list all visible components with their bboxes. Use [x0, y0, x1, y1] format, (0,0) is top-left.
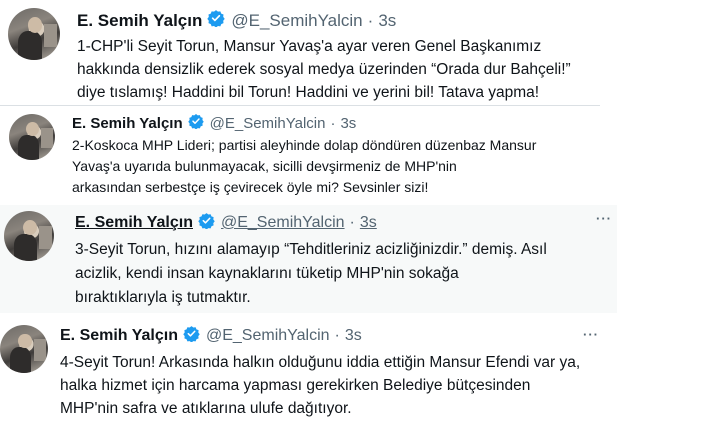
timestamp[interactable]: 3s — [360, 214, 377, 232]
author-handle[interactable]: @E_SemihYalcin — [231, 11, 362, 31]
tweet-text-line: 4-Seyit Torun! Arkasında halkın olduğunu… — [60, 354, 581, 371]
author-handle[interactable]: @E_SemihYalcin — [206, 327, 330, 345]
tweet-text-line: bıraktıklarıyla iş tutmaktır. — [75, 289, 251, 306]
tweet-text: 1-CHP'li Seyit Torun, Mansur Yavaş'a aya… — [77, 35, 571, 104]
author-name[interactable]: E. Semih Yalçın — [77, 11, 202, 31]
separator-dot: · — [367, 10, 374, 30]
tweet-text-line: MHP'nin safra ve atıklarına ulufe dağıtı… — [60, 400, 352, 417]
tweet-text: 4-Seyit Torun! Arkasında halkın olduğunu… — [60, 351, 580, 420]
tweet-header: E. Semih Yalçın @E_SemihYalcin · 3s — [72, 113, 356, 133]
tweet-header: E. Semih Yalçın @E_SemihYalcin · 3s — [60, 325, 362, 347]
avatar[interactable] — [0, 325, 48, 373]
tweet-text-line: 2-Koskoca MHP Lideri; partisi aleyhinde … — [72, 137, 537, 153]
tweet-text-line: 1-CHP'li Seyit Torun, Mansur Yavaş'a aya… — [77, 38, 542, 55]
more-options-icon[interactable]: ··· — [583, 327, 599, 342]
timestamp[interactable]: 3s — [340, 115, 356, 132]
tweet-text-line: hakkında densizlik ederek sosyal medya ü… — [77, 61, 571, 78]
verified-badge-icon — [198, 212, 215, 234]
author-name[interactable]: E. Semih Yalçın — [75, 214, 193, 232]
tweet-text-line: halka hizmet için harcama yapması gereki… — [60, 377, 531, 394]
tweet-text: 3-Seyit Torun, hızını alamayıp “Tehditle… — [75, 238, 547, 310]
tweet-header: E. Semih Yalçın @E_SemihYalcin · 3s — [75, 212, 377, 234]
timestamp[interactable]: 3s — [345, 327, 362, 345]
avatar[interactable] — [4, 211, 54, 261]
tweet-text-line: Yavaş'a uyarıda bulunmayacak, sicilli de… — [72, 158, 457, 174]
avatar[interactable] — [8, 8, 60, 60]
author-handle[interactable]: @E_SemihYalcin — [221, 214, 345, 232]
verified-badge-icon — [183, 325, 200, 347]
tweet-text-line: 3-Seyit Torun, hızını alamayıp “Tehditle… — [75, 241, 547, 258]
author-name[interactable]: E. Semih Yalçın — [60, 327, 178, 345]
tweet-2[interactable]: E. Semih Yalçın @E_SemihYalcin · 3s 2-Ko… — [0, 106, 706, 204]
tweet-text-line: acizlik, kendi insan kaynaklarını tüketi… — [75, 265, 459, 282]
more-options-icon[interactable]: ··· — [596, 211, 612, 226]
tweet-header: E. Semih Yalçın @E_SemihYalcin · 3s — [77, 9, 396, 32]
author-handle[interactable]: @E_SemihYalcin — [210, 115, 326, 132]
tweet-text: 2-Koskoca MHP Lideri; partisi aleyhinde … — [72, 135, 536, 198]
tweet-text-line: diye tıslamış! Haddini bil Torun! Haddin… — [77, 84, 540, 101]
avatar[interactable] — [9, 114, 55, 160]
author-name[interactable]: E. Semih Yalçın — [72, 115, 183, 132]
tweet-text-line: arkasından serbestçe iş çevirecek öyle m… — [72, 179, 429, 195]
separator-dot: · — [334, 327, 340, 344]
verified-badge-icon — [207, 9, 226, 32]
separator-dot: · — [349, 214, 355, 231]
tweet-1[interactable]: E. Semih Yalçın @E_SemihYalcin · 3s 1-CH… — [0, 0, 706, 104]
tweet-4[interactable]: E. Semih Yalçın @E_SemihYalcin · 3s ··· … — [0, 315, 706, 431]
separator-dot: · — [330, 114, 336, 132]
verified-badge-icon — [187, 113, 204, 133]
timestamp[interactable]: 3s — [378, 11, 396, 31]
tweet-3[interactable]: E. Semih Yalçın @E_SemihYalcin · 3s ··· … — [0, 205, 617, 313]
